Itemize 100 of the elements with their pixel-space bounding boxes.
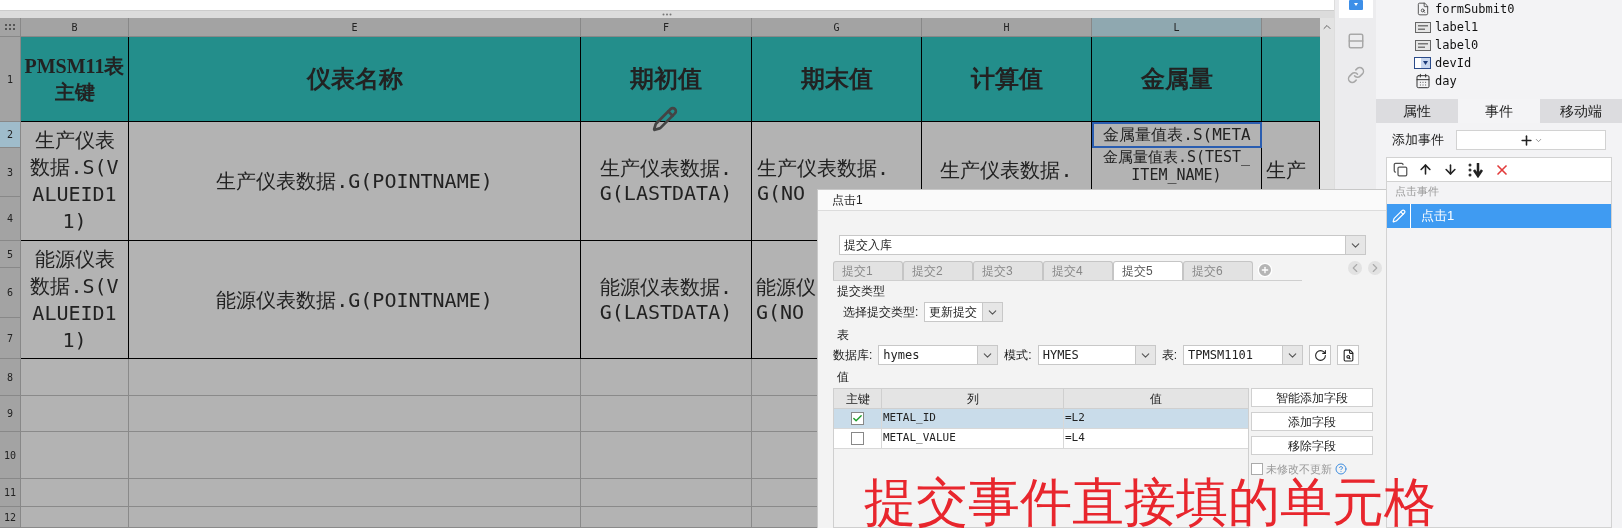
checkbox[interactable] xyxy=(851,432,864,445)
row-number[interactable]: 7 xyxy=(0,318,21,359)
field-button[interactable]: 添加字段 xyxy=(1251,412,1373,431)
add-event-button[interactable] xyxy=(1456,130,1606,150)
table-cell[interactable] xyxy=(21,396,129,432)
column-header[interactable]: B xyxy=(21,18,129,37)
add-tab-icon[interactable] xyxy=(1257,262,1273,278)
scroll-right-icon[interactable] xyxy=(1368,261,1382,275)
table-cell[interactable] xyxy=(21,359,129,396)
dropdown-icon[interactable] xyxy=(1348,0,1363,10)
tree-item[interactable]: formSubmit0 xyxy=(1376,0,1622,18)
form-icon xyxy=(1415,2,1430,16)
table-cell[interactable] xyxy=(21,479,129,507)
panel-tab[interactable]: 移动端 xyxy=(1540,99,1622,123)
table-cell[interactable] xyxy=(129,507,581,528)
preview-button[interactable] xyxy=(1337,345,1360,365)
schema-select[interactable]: HYMES xyxy=(1037,345,1156,365)
table-cell-text: =L4 xyxy=(1064,430,1086,447)
header-cell: 仪表名称 xyxy=(129,37,581,122)
value-row[interactable]: METAL_VALUE =L4 xyxy=(834,429,1248,449)
row-number[interactable]: 12 xyxy=(0,507,21,528)
field-button[interactable]: 移除字段 xyxy=(1251,436,1373,455)
table-cell[interactable]: 能源仪表数据.G(POINTNAME) xyxy=(129,241,581,359)
panel-tab[interactable]: 属性 xyxy=(1376,99,1458,123)
table-cell[interactable] xyxy=(21,507,129,528)
add-event-label: 添加事件 xyxy=(1392,131,1444,150)
label-icon xyxy=(1414,39,1431,51)
table-cell[interactable]: 金属量值表.S(META xyxy=(1092,122,1262,148)
section-label: 表 xyxy=(836,327,850,344)
dropdown-icon xyxy=(1414,57,1431,69)
row-number[interactable]: 1 xyxy=(0,37,21,122)
column-header[interactable]: E xyxy=(129,18,581,37)
row-number[interactable]: 10 xyxy=(0,432,21,479)
table-cell-text: =L2 xyxy=(1064,410,1086,427)
field-button[interactable]: 智能添加字段 xyxy=(1251,388,1373,407)
column-header[interactable]: L xyxy=(1092,18,1262,37)
tree-item[interactable]: day xyxy=(1376,72,1622,90)
table-cell[interactable]: 生产仪表数据.G(POINTNAME) xyxy=(129,122,581,241)
row-number[interactable]: 11 xyxy=(0,479,21,507)
column-header: 主键 xyxy=(834,389,882,408)
calendar-icon xyxy=(1414,73,1431,89)
table-cell[interactable]: 能源仪表数据. G(LASTDATA) xyxy=(581,241,752,359)
table-cell[interactable] xyxy=(129,359,581,396)
move-to-bottom-icon[interactable] xyxy=(1468,161,1484,178)
table-cell: METAL_VALUE xyxy=(882,429,1064,448)
submit-type-select[interactable]: 更新提交 xyxy=(924,302,1004,322)
table-cell[interactable] xyxy=(581,432,752,479)
table-cell[interactable] xyxy=(581,359,752,396)
preview-icon xyxy=(1341,348,1355,362)
copy-icon[interactable] xyxy=(1393,162,1408,177)
column-header[interactable]: G xyxy=(752,18,922,37)
submit-tab[interactable]: 提交5 xyxy=(1113,261,1183,280)
move-down-icon[interactable] xyxy=(1443,162,1458,177)
column-header: 列 xyxy=(882,389,1064,408)
row-number[interactable]: 3 xyxy=(0,148,21,197)
table-cell[interactable] xyxy=(581,479,752,507)
tree-item[interactable]: label0 xyxy=(1376,36,1622,54)
table-cell[interactable]: 生产仪表数据.S(VALUEID11) xyxy=(21,122,129,241)
table-cell[interactable] xyxy=(581,507,752,528)
column-header[interactable]: H xyxy=(922,18,1092,37)
scroll-left-icon[interactable] xyxy=(1348,261,1362,275)
table-cell[interactable]: 能源仪表数据.S(VALUEID11) xyxy=(21,241,129,359)
layout-icon[interactable] xyxy=(1346,32,1365,50)
refresh-button[interactable] xyxy=(1309,345,1332,365)
tree-item[interactable]: devId xyxy=(1376,54,1622,72)
table-cell[interactable] xyxy=(129,432,581,479)
plus-icon xyxy=(1519,132,1534,148)
table-cell[interactable]: 生产仪表数据. G(LASTDATA) xyxy=(581,122,752,241)
help-icon[interactable] xyxy=(1335,463,1347,476)
row-number[interactable]: 9 xyxy=(0,396,21,432)
refresh-icon xyxy=(1313,348,1327,362)
table-select[interactable]: TPMSM1101 xyxy=(1183,345,1304,365)
tree-item[interactable]: label1 xyxy=(1376,18,1622,36)
column-header[interactable]: F xyxy=(581,18,752,37)
row-number[interactable]: 6 xyxy=(0,268,21,318)
checkbox[interactable] xyxy=(1251,463,1263,476)
action-select[interactable]: 提交入库 xyxy=(839,235,1366,255)
edit-icon[interactable] xyxy=(1391,209,1406,223)
database-select[interactable]: hymes xyxy=(878,345,999,365)
column-header[interactable] xyxy=(1262,18,1320,37)
row-number[interactable]: 4 xyxy=(0,197,21,241)
column-header: 值 xyxy=(1149,390,1163,408)
select-all-icon[interactable] xyxy=(5,23,15,31)
move-up-icon[interactable] xyxy=(1418,162,1433,177)
value-row[interactable]: METAL_ID =L2 xyxy=(834,409,1248,429)
checkbox-label: 未修改不更新 xyxy=(1266,462,1332,477)
field-label: 数据库: xyxy=(833,347,873,364)
row-number[interactable]: 2 xyxy=(0,122,21,148)
table-cell[interactable] xyxy=(21,432,129,479)
link-icon[interactable] xyxy=(1346,66,1365,84)
row-number[interactable]: 5 xyxy=(0,241,21,268)
splitter-handle-icon[interactable] xyxy=(662,13,672,16)
table-cell[interactable] xyxy=(129,479,581,507)
table-cell[interactable] xyxy=(581,396,752,432)
label-icon xyxy=(1414,21,1431,33)
header-cell: PMSM11表主键 xyxy=(21,37,129,122)
checkbox[interactable] xyxy=(851,412,864,425)
pencil-icon xyxy=(652,106,678,132)
row-number[interactable]: 8 xyxy=(0,359,21,396)
table-cell[interactable] xyxy=(129,396,581,432)
